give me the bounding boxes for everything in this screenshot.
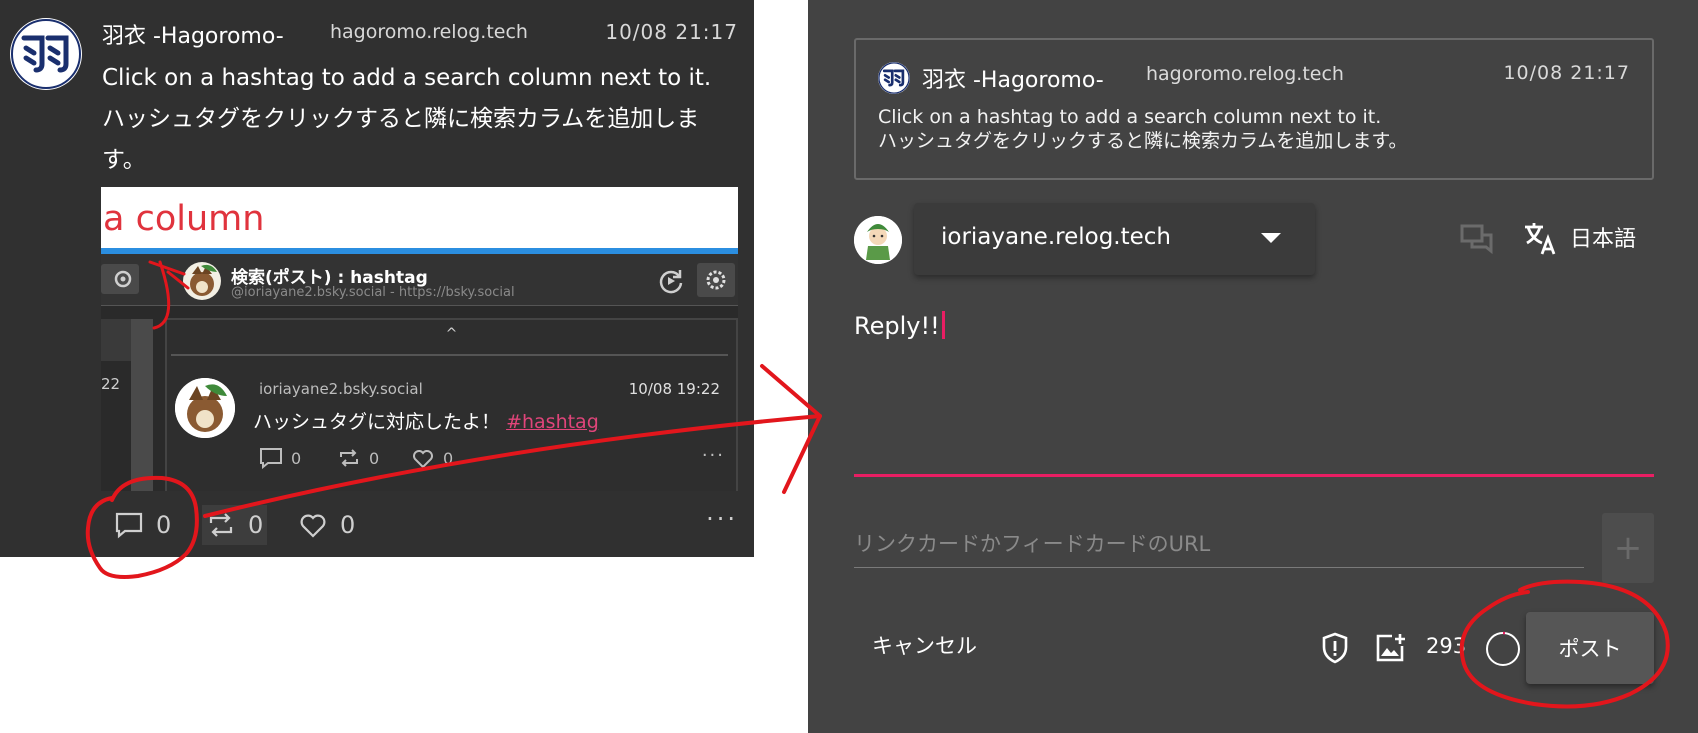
post-card: 羽衣 -Hagoromo- hagoromo.relog.tech 10/08 … xyxy=(0,0,754,557)
quoted-post-text: Click on a hashtag to add a search colum… xyxy=(878,105,1638,153)
quoted-author-handle: hagoromo.relog.tech xyxy=(1146,63,1344,85)
quoted-post-time: 10/08 21:17 xyxy=(1503,62,1630,84)
quoted-author-name: 羽衣 -Hagoromo- xyxy=(922,68,1104,93)
image-sidebar xyxy=(101,319,131,361)
image-reply-panel: ^ ioriayane2.bsky.social 10/08 19:22 ハッシ… xyxy=(165,318,738,491)
reply-composer: 羽衣 -Hagoromo- hagoromo.relog.tech 10/08 … xyxy=(808,0,1698,733)
quoted-text-en: Click on a hashtag to add a search colum… xyxy=(878,106,1382,128)
image-more-icon: ··· xyxy=(701,445,725,466)
quoted-text-ja: ハッシュタグをクリックすると隣に検索カラムを追加します。 xyxy=(878,130,1408,152)
image-like-count: 0 xyxy=(443,448,454,468)
image-reply-hashtag: #hashtag xyxy=(506,411,599,433)
quoted-author-avatar xyxy=(878,62,910,94)
post-time: 10/08 21:17 xyxy=(605,20,738,44)
reply-icon xyxy=(260,448,282,469)
reply-count: 0 xyxy=(156,511,172,539)
image-reply-action: 0 xyxy=(259,447,301,469)
quoted-post: 羽衣 -Hagoromo- hagoromo.relog.tech 10/08 … xyxy=(854,38,1654,180)
post-button[interactable]: ポスト xyxy=(1526,612,1654,684)
progress-ring-icon xyxy=(1486,631,1520,666)
gear-icon xyxy=(697,263,735,297)
image-caret: ^ xyxy=(445,326,458,342)
avatar-hagoromo-icon xyxy=(11,19,81,89)
image-reply-avatar xyxy=(175,378,235,438)
more-icon[interactable]: ··· xyxy=(706,505,738,533)
gear-icon xyxy=(101,264,139,294)
account-select[interactable]: ioriayane.relog.tech xyxy=(914,203,1315,275)
reply-text-value: Reply!! xyxy=(854,312,940,340)
image-add-icon[interactable] xyxy=(1374,632,1406,664)
cancel-button[interactable]: キャンセル xyxy=(872,630,977,660)
like-icon xyxy=(300,514,326,538)
post-text-ja: ハッシュタグをクリックすると隣に検索カラムを追加します。 xyxy=(102,106,700,173)
translate-icon[interactable] xyxy=(1522,220,1558,256)
post-header: 羽衣 -Hagoromo- hagoromo.relog.tech 10/08 … xyxy=(102,18,738,50)
image-banner-text: a column xyxy=(103,199,265,239)
text-caret xyxy=(941,311,945,339)
image-reply-actions: 0 0 0 ··· xyxy=(259,445,729,475)
image-like-action: 0 xyxy=(411,447,453,469)
reply-textarea[interactable]: Reply!! xyxy=(854,311,945,340)
image-reply-handle: ioriayane2.bsky.social xyxy=(259,380,423,398)
like-icon xyxy=(413,450,433,469)
like-count: 0 xyxy=(340,511,356,539)
repost-icon xyxy=(209,513,233,537)
image-repost-action: 0 xyxy=(337,447,379,469)
account-select-value: ioriayane.relog.tech xyxy=(941,224,1172,250)
reply-button[interactable]: 0 xyxy=(110,505,175,545)
reply-textarea-underline xyxy=(854,474,1654,477)
image-reply-body: ハッシュタグに対応したよ！ xyxy=(253,411,501,433)
avatar-hagoromo-icon xyxy=(878,62,910,94)
language-label[interactable]: 日本語 xyxy=(1570,221,1636,253)
author-avatar[interactable] xyxy=(10,18,82,90)
post-embedded-image[interactable]: a column 検索(ポスト) : hashtag @ioriayane2.b… xyxy=(101,187,738,491)
shield-icon[interactable] xyxy=(1320,632,1350,664)
image-side-number: 22 xyxy=(101,375,121,393)
author-name[interactable]: 羽衣 -Hagoromo- xyxy=(102,18,284,50)
account-avatar xyxy=(854,216,902,264)
author-handle[interactable]: hagoromo.relog.tech xyxy=(330,21,528,43)
url-add-button[interactable]: + xyxy=(1602,513,1654,583)
post-text-en: Click on a hashtag to add a search colum… xyxy=(102,65,712,91)
chevron-down-icon xyxy=(1261,233,1281,243)
image-column-avatar xyxy=(183,262,221,300)
like-button[interactable]: 0 xyxy=(294,505,359,545)
threadgate-icon[interactable] xyxy=(1460,222,1494,254)
repost-button[interactable]: 0 xyxy=(202,505,268,545)
post-text: Click on a hashtag to add a search colum… xyxy=(102,58,742,181)
image-scrollbar xyxy=(131,319,153,491)
post-actions: 0 0 0 ··· xyxy=(110,505,738,545)
image-reply-text: ハッシュタグに対応したよ！ #hashtag xyxy=(253,407,599,434)
image-banner: a column xyxy=(101,187,738,252)
link-card-url-input[interactable] xyxy=(854,520,1584,568)
image-divider xyxy=(171,354,728,356)
image-reply-count: 0 xyxy=(291,448,302,468)
image-column-header: 検索(ポスト) : hashtag @ioriayane2.bsky.socia… xyxy=(101,254,738,306)
image-column-subtitle: @ioriayane2.bsky.social - https://bsky.s… xyxy=(231,285,515,300)
remaining-char-count: 293 xyxy=(1426,634,1467,658)
reply-icon xyxy=(115,512,143,539)
image-reply-time: 10/08 19:22 xyxy=(628,380,720,398)
refresh-icon xyxy=(659,270,683,294)
repost-icon xyxy=(340,449,358,467)
repost-count: 0 xyxy=(248,511,264,539)
image-repost-count: 0 xyxy=(369,448,380,468)
